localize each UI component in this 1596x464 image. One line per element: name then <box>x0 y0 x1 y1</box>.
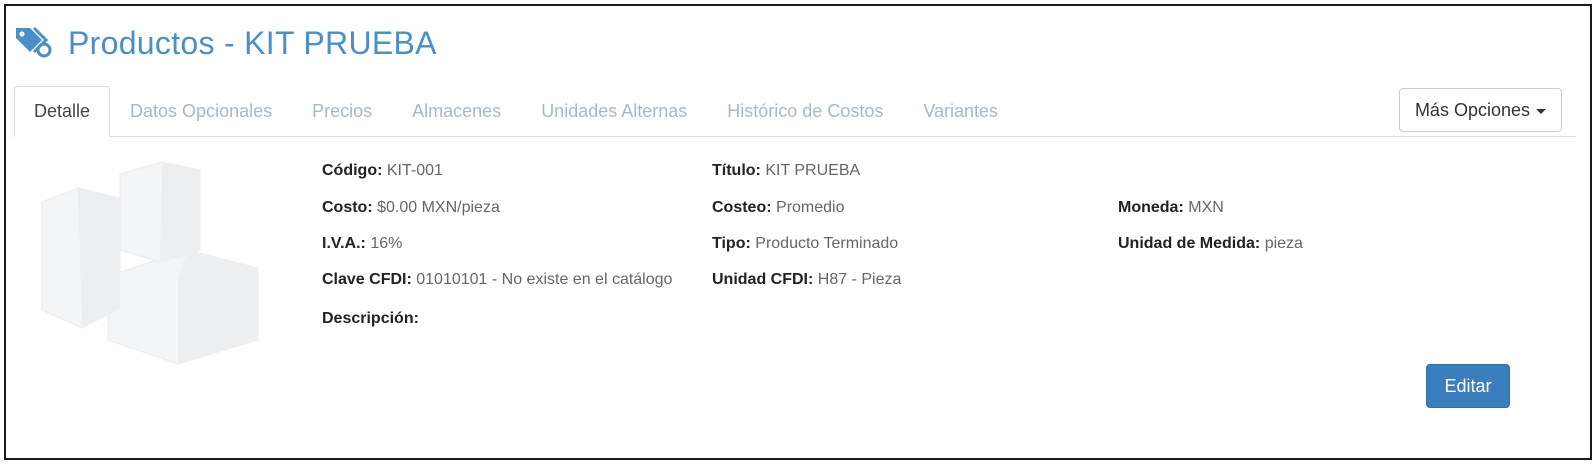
field-unidad-medida: Unidad de Medida: pieza <box>1118 235 1303 252</box>
tab-precios[interactable]: Precios <box>292 86 392 136</box>
tab-unidades-alternas[interactable]: Unidades Alternas <box>521 86 707 136</box>
field-costo: Costo: $0.00 MXN/pieza <box>322 199 500 216</box>
page-header: Productos - KIT PRUEBA <box>12 20 437 66</box>
more-options-label: Más Opciones <box>1414 99 1530 120</box>
tab-datos-opcionales[interactable]: Datos Opcionales <box>110 86 292 136</box>
field-clave-cfdi: Clave CFDI: 01010101 - No existe en el c… <box>322 271 673 288</box>
page-title: Productos - KIT PRUEBA <box>68 24 437 61</box>
field-moneda: Moneda: MXN <box>1118 199 1224 216</box>
field-iva: I.V.A.: 16% <box>322 235 403 252</box>
caret-down-icon <box>1536 108 1546 114</box>
edit-button[interactable]: Editar <box>1426 364 1510 408</box>
tab-detalle[interactable]: Detalle <box>14 86 111 137</box>
tab-variantes[interactable]: Variantes <box>903 86 1018 136</box>
more-options-button[interactable]: Más Opciones <box>1398 88 1562 132</box>
field-descripcion: Descripción: <box>322 310 419 327</box>
tags-icon <box>12 22 54 64</box>
tab-historico-costos[interactable]: Histórico de Costos <box>707 86 903 136</box>
field-unidad-cfdi: Unidad CFDI: H87 - Pieza <box>712 271 902 288</box>
tab-bar: Detalle Datos Opcionales Precios Almacen… <box>14 86 1576 137</box>
field-codigo: Código: KIT-001 <box>322 162 443 179</box>
field-tipo: Tipo: Producto Terminado <box>712 235 899 252</box>
field-costeo: Costeo: Promedio <box>712 199 845 216</box>
product-image <box>38 158 266 368</box>
field-titulo: Título: KIT PRUEBA <box>712 162 861 179</box>
tab-almacenes[interactable]: Almacenes <box>392 86 521 136</box>
